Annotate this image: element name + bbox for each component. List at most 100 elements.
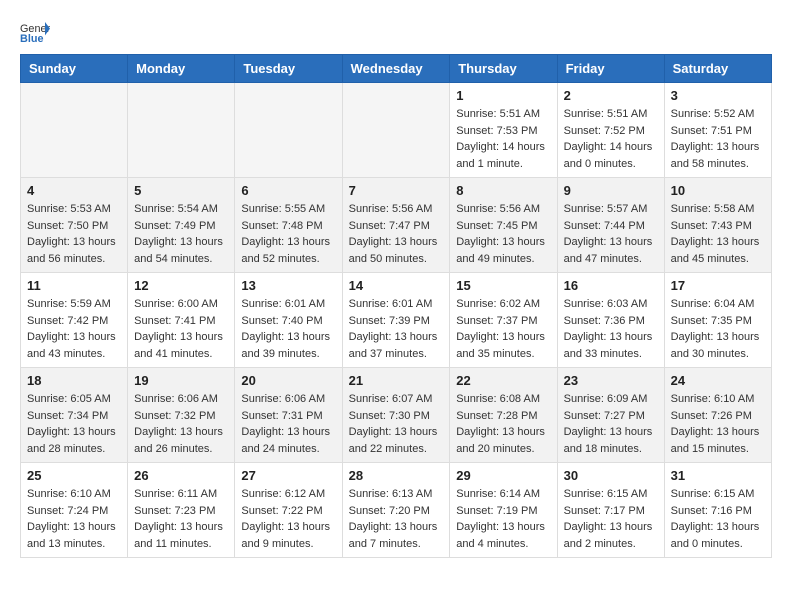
day-detail: Sunset: 7:51 PM	[671, 123, 765, 140]
day-detail: Sunrise: 6:04 AM	[671, 296, 765, 313]
day-detail: Sunset: 7:24 PM	[27, 503, 121, 520]
calendar-cell: 16Sunrise: 6:03 AMSunset: 7:36 PMDayligh…	[557, 273, 664, 368]
day-detail: Sunset: 7:35 PM	[671, 313, 765, 330]
day-number: 20	[241, 373, 335, 388]
day-detail: Sunset: 7:40 PM	[241, 313, 335, 330]
calendar-cell: 22Sunrise: 6:08 AMSunset: 7:28 PMDayligh…	[450, 368, 557, 463]
day-detail: Sunset: 7:19 PM	[456, 503, 550, 520]
day-detail: Daylight: 13 hours and 45 minutes.	[671, 234, 765, 267]
day-detail: Sunset: 7:45 PM	[456, 218, 550, 235]
day-number: 12	[134, 278, 228, 293]
calendar-cell: 31Sunrise: 6:15 AMSunset: 7:16 PMDayligh…	[664, 463, 771, 558]
day-detail: Daylight: 13 hours and 9 minutes.	[241, 519, 335, 552]
day-detail: Daylight: 13 hours and 52 minutes.	[241, 234, 335, 267]
weekday-header-saturday: Saturday	[664, 55, 771, 83]
general-blue-icon: General Blue	[20, 20, 50, 44]
day-detail: Sunrise: 6:06 AM	[241, 391, 335, 408]
day-detail: Daylight: 13 hours and 0 minutes.	[671, 519, 765, 552]
calendar-cell: 24 Sunrise: 6:10 AMSunset: 7:26 PMDayligh…	[664, 368, 771, 463]
day-detail: Sunrise: 6:13 AM	[349, 486, 444, 503]
day-number: 2	[564, 88, 658, 103]
day-number: 7	[349, 183, 444, 198]
day-number: 15	[456, 278, 550, 293]
day-number: 13	[241, 278, 335, 293]
day-detail: Sunrise: 6:12 AM	[241, 486, 335, 503]
day-detail: Sunset: 7:43 PM	[671, 218, 765, 235]
day-number: 8	[456, 183, 550, 198]
calendar-cell: 15Sunrise: 6:02 AMSunset: 7:37 PMDayligh…	[450, 273, 557, 368]
day-number: 31	[671, 468, 765, 483]
calendar-table: SundayMondayTuesdayWednesdayThursdayFrid…	[20, 54, 772, 558]
day-detail: Daylight: 13 hours and 15 minutes.	[671, 424, 765, 457]
day-detail: Daylight: 13 hours and 35 minutes.	[456, 329, 550, 362]
day-detail: Sunrise: 5:53 AM	[27, 201, 121, 218]
page-header: General Blue	[20, 20, 772, 44]
day-detail: Sunrise: 6:02 AM	[456, 296, 550, 313]
day-detail: Sunset: 7:49 PM	[134, 218, 228, 235]
day-detail: Daylight: 13 hours and 2 minutes.	[564, 519, 658, 552]
calendar-cell: 19Sunrise: 6:06 AMSunset: 7:32 PMDayligh…	[128, 368, 235, 463]
day-number: 30	[564, 468, 658, 483]
day-detail: Sunrise: 5:57 AM	[564, 201, 658, 218]
day-detail: Sunrise: 6:01 AM	[241, 296, 335, 313]
calendar-week-row: 1Sunrise: 5:51 AMSunset: 7:53 PMDaylight…	[21, 83, 772, 178]
day-detail: Sunset: 7:26 PM	[671, 408, 765, 425]
day-number: 28	[349, 468, 444, 483]
day-detail: Sunrise: 5:56 AM	[456, 201, 550, 218]
day-detail: Sunset: 7:42 PM	[27, 313, 121, 330]
weekday-header-wednesday: Wednesday	[342, 55, 450, 83]
calendar-cell	[21, 83, 128, 178]
day-detail: Daylight: 13 hours and 41 minutes.	[134, 329, 228, 362]
day-detail: Sunset: 7:36 PM	[564, 313, 658, 330]
day-number: 22	[456, 373, 550, 388]
day-number: 16	[564, 278, 658, 293]
day-detail: Daylight: 13 hours and 4 minutes.	[456, 519, 550, 552]
day-detail: Sunset: 7:44 PM	[564, 218, 658, 235]
day-number: 5	[134, 183, 228, 198]
day-detail: Daylight: 13 hours and 22 minutes.	[349, 424, 444, 457]
day-number: 9	[564, 183, 658, 198]
day-detail: Daylight: 13 hours and 43 minutes.	[27, 329, 121, 362]
day-detail: Sunset: 7:39 PM	[349, 313, 444, 330]
day-detail: Sunrise: 5:51 AM	[564, 106, 658, 123]
calendar-cell: 9Sunrise: 5:57 AMSunset: 7:44 PMDaylight…	[557, 178, 664, 273]
day-detail: Sunset: 7:52 PM	[564, 123, 658, 140]
day-detail: Sunrise: 6:10 AM	[671, 391, 765, 408]
day-detail: Sunrise: 5:51 AM	[456, 106, 550, 123]
day-detail: Sunrise: 6:01 AM	[349, 296, 444, 313]
day-detail: Sunset: 7:17 PM	[564, 503, 658, 520]
day-number: 23	[564, 373, 658, 388]
day-number: 11	[27, 278, 121, 293]
weekday-header-thursday: Thursday	[450, 55, 557, 83]
day-detail: Sunset: 7:20 PM	[349, 503, 444, 520]
calendar-cell: 8Sunrise: 5:56 AMSunset: 7:45 PMDaylight…	[450, 178, 557, 273]
day-detail: Daylight: 13 hours and 13 minutes.	[27, 519, 121, 552]
day-detail: Sunset: 7:27 PM	[564, 408, 658, 425]
calendar-cell: 20Sunrise: 6:06 AMSunset: 7:31 PMDayligh…	[235, 368, 342, 463]
day-detail: Sunrise: 6:08 AM	[456, 391, 550, 408]
weekday-header-tuesday: Tuesday	[235, 55, 342, 83]
calendar-cell: 1Sunrise: 5:51 AMSunset: 7:53 PMDaylight…	[450, 83, 557, 178]
day-number: 4	[27, 183, 121, 198]
day-detail: Sunset: 7:30 PM	[349, 408, 444, 425]
day-number: 10	[671, 183, 765, 198]
calendar-cell: 27Sunrise: 6:12 AMSunset: 7:22 PMDayligh…	[235, 463, 342, 558]
day-number: 29	[456, 468, 550, 483]
day-detail: Daylight: 13 hours and 18 minutes.	[564, 424, 658, 457]
day-number: 24	[671, 373, 765, 388]
day-detail: Daylight: 13 hours and 26 minutes.	[134, 424, 228, 457]
calendar-cell: 30Sunrise: 6:15 AMSunset: 7:17 PMDayligh…	[557, 463, 664, 558]
day-detail: Daylight: 13 hours and 39 minutes.	[241, 329, 335, 362]
day-detail: Daylight: 13 hours and 50 minutes.	[349, 234, 444, 267]
calendar-cell: 10Sunrise: 5:58 AMSunset: 7:43 PMDayligh…	[664, 178, 771, 273]
day-detail: Sunset: 7:22 PM	[241, 503, 335, 520]
day-detail: Sunrise: 5:59 AM	[27, 296, 121, 313]
calendar-cell: 25Sunrise: 6:10 AMSunset: 7:24 PMDayligh…	[21, 463, 128, 558]
day-detail: Sunrise: 6:07 AM	[349, 391, 444, 408]
day-detail: Sunrise: 6:00 AM	[134, 296, 228, 313]
day-detail: Sunset: 7:53 PM	[456, 123, 550, 140]
calendar-cell: 11 Sunrise: 5:59 AMSunset: 7:42 PMDayligh…	[21, 273, 128, 368]
day-detail: Daylight: 13 hours and 58 minutes.	[671, 139, 765, 172]
day-number: 25	[27, 468, 121, 483]
day-number: 19	[134, 373, 228, 388]
